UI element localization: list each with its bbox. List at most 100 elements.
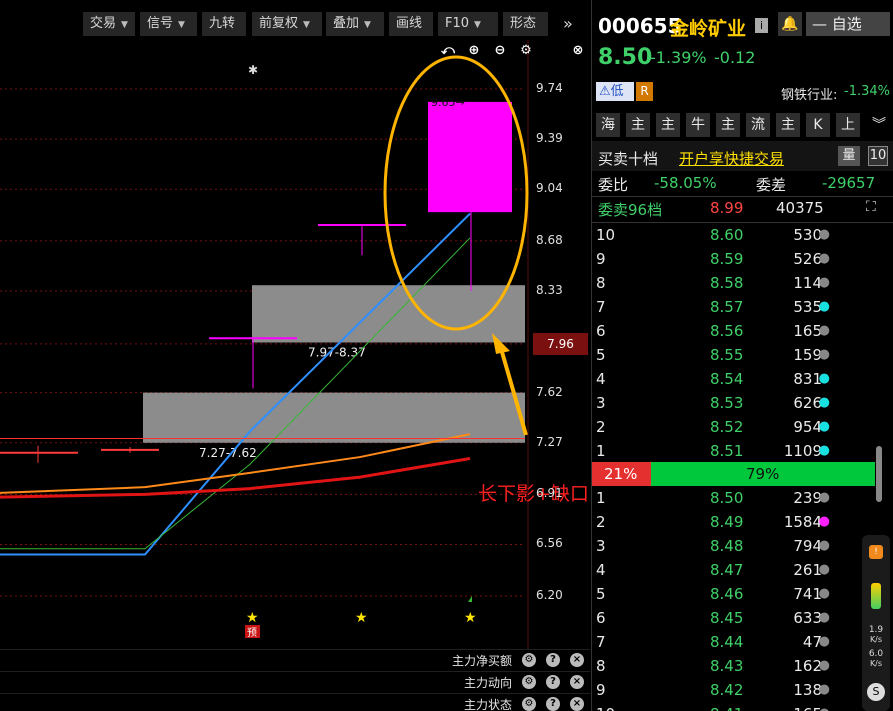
close-icon[interactable]: ×	[570, 653, 584, 667]
price-label: 8.50	[710, 489, 744, 507]
app-window: 交易 ▼ 信号 ▼ 九转 前复权 ▼ 叠加 ▼ 画线 F10 ▼ 形态» 7.97-8.37 7.27-7…	[0, 0, 893, 711]
toolbar-button-label: F10	[445, 16, 470, 31]
level-label: 8	[596, 657, 606, 675]
shortcut-button[interactable]: 牛	[686, 113, 710, 137]
ask-row[interactable]: 3 8.53 626 ●	[592, 391, 882, 415]
shortcut-button[interactable]: 主	[626, 113, 650, 137]
zoom-out-icon[interactable]: ⊖	[492, 43, 508, 59]
toolbar-button-5[interactable]: 画线	[389, 12, 433, 36]
level-label: 4	[596, 370, 606, 388]
ten-levels-toggle[interactable]: 10	[868, 146, 888, 166]
toolbar-button-3[interactable]: 前复权 ▼	[252, 12, 322, 36]
shortcut-button[interactable]: 主	[716, 113, 740, 137]
stock-code: 000655	[598, 14, 682, 38]
ask-row[interactable]: 1 8.51 1109 ●	[592, 439, 882, 463]
tick-dot-icon: ●	[818, 299, 830, 314]
bid-row[interactable]: 6 8.45 633 ●	[592, 606, 882, 630]
indicator-row-trend[interactable]: 主力动向 ⚙ ? ×	[0, 671, 590, 691]
price-label: 8.53	[710, 394, 744, 412]
bell-icon[interactable]: 🔔	[778, 12, 802, 36]
price-label: 8.58	[710, 274, 744, 292]
bid-row[interactable]: 2 8.49 1584 ●	[592, 510, 882, 534]
expand-icon[interactable]: ⛶	[866, 199, 876, 215]
industry-change: -1.34%	[844, 84, 890, 99]
risk-badge[interactable]: ⚠低	[596, 82, 634, 101]
change-amount: -0.12	[714, 48, 756, 67]
speed-widget[interactable]: ! 1.9 K/s 6.0 K/s S	[862, 535, 890, 711]
price-label: 8.59	[710, 250, 744, 268]
close-icon[interactable]: ×	[570, 675, 584, 689]
toolbar-button-0[interactable]: 交易 ▼	[83, 12, 135, 36]
bid-row[interactable]: 5 8.46 741 ●	[592, 582, 882, 606]
zoom-in-icon[interactable]: ⊕	[466, 43, 482, 59]
level-label: 10	[596, 705, 615, 711]
shortcut-button[interactable]: 主	[656, 113, 680, 137]
bid-row[interactable]: 4 8.47 261 ●	[592, 558, 882, 582]
watchlist-button[interactable]: — 自选	[806, 12, 890, 36]
toolbar-button-7[interactable]: 形态	[503, 12, 548, 36]
price-label: 8.54	[710, 370, 744, 388]
download-speed: 6.0	[868, 649, 884, 659]
ask-row[interactable]: 9 8.59 526 ●	[592, 247, 882, 271]
level-label: 9	[596, 250, 606, 268]
bid-row[interactable]: 8 8.43 162 ●	[592, 654, 882, 678]
star-marker: ★	[464, 610, 477, 626]
close-icon[interactable]: ⊗	[570, 43, 586, 59]
gear-icon[interactable]: ⚙	[522, 653, 536, 667]
shortcut-button[interactable]: 流	[746, 113, 770, 137]
level-label: 5	[596, 346, 606, 364]
alert-icon[interactable]: !	[869, 545, 883, 559]
star-marker: ★	[246, 610, 259, 626]
shortcut-button[interactable]: 上	[836, 113, 860, 137]
ask-row[interactable]: 4 8.54 831 ●	[592, 367, 882, 391]
shortcut-button[interactable]: 主	[776, 113, 800, 137]
toolbar-button-2[interactable]: 九转	[202, 12, 246, 36]
ask-row[interactable]: 10 8.60 530 ●	[592, 223, 882, 247]
tick-dot-icon: ●	[818, 562, 830, 577]
ask-row[interactable]: 5 8.55 159 ●	[592, 343, 882, 367]
kline-chart[interactable]: 7.97-8.377.27-7.62长下影+缺口支撑9.65→✱★★★预	[0, 40, 590, 649]
help-icon[interactable]: ?	[546, 675, 560, 689]
indicator-row-net-buy[interactable]: 主力净买额 ⚙ ? ×	[0, 649, 590, 669]
bid-row[interactable]: 9 8.42 138 ●	[592, 678, 882, 702]
undo-icon[interactable]: ⤺	[440, 43, 456, 59]
help-icon[interactable]: ?	[546, 697, 560, 711]
info-icon[interactable]: i	[755, 18, 768, 33]
tick-dot-icon: ●	[818, 682, 830, 697]
help-icon[interactable]: ?	[546, 653, 560, 667]
double-chevron-right-icon[interactable]: »	[556, 12, 586, 36]
star-marker: ★	[355, 610, 368, 626]
app-logo-icon[interactable]: S	[867, 683, 885, 701]
bid-row[interactable]: 1 8.50 239 ●	[592, 486, 882, 510]
toolbar-button-4[interactable]: 叠加 ▼	[326, 12, 384, 36]
tick-dot-icon: ●	[818, 419, 830, 434]
candle-body	[428, 101, 512, 213]
bid-row[interactable]: 7 8.44 47 ●	[592, 630, 882, 654]
scrollbar-thumb[interactable]	[876, 446, 882, 502]
ask-row[interactable]: 2 8.52 954 ●	[592, 415, 882, 439]
ask-row[interactable]: 8 8.58 114 ●	[592, 271, 882, 295]
chevron-down-icon[interactable]: ︾	[868, 113, 890, 137]
industry-label[interactable]: 钢铁行业:	[781, 84, 837, 103]
promo-link[interactable]: 开户享快捷交易	[679, 148, 784, 169]
gear-icon[interactable]: ⚙	[522, 675, 536, 689]
indicator-label: 主力动向	[463, 676, 512, 690]
buy-ratio-label: 21%	[604, 465, 638, 483]
shortcut-button[interactable]: K	[806, 113, 830, 137]
tick-dot-icon: ●	[818, 227, 830, 242]
level-label: 5	[596, 585, 606, 603]
ask-row[interactable]: 6 8.56 165 ●	[592, 319, 882, 343]
bid-row[interactable]: 3 8.48 794 ●	[592, 534, 882, 558]
r-badge[interactable]: R	[636, 82, 653, 101]
gear-icon[interactable]: ⚙	[522, 697, 536, 711]
close-icon[interactable]: ×	[570, 697, 584, 711]
bid-row[interactable]: 108.41165●	[592, 702, 882, 711]
grid-icon[interactable]: 量	[838, 146, 860, 166]
toolbar-button-1[interactable]: 信号 ▼	[140, 12, 197, 36]
stock-name[interactable]: 金岭矿业	[670, 14, 746, 41]
indicator-row-state[interactable]: 主力状态 ⚙ ? ×	[0, 693, 590, 711]
toolbar-button-6[interactable]: F10 ▼	[438, 12, 498, 36]
settings-icon[interactable]: ⚙	[518, 43, 534, 59]
shortcut-button[interactable]: 海	[596, 113, 620, 137]
ask-row[interactable]: 7 8.57 535 ●	[592, 295, 882, 319]
